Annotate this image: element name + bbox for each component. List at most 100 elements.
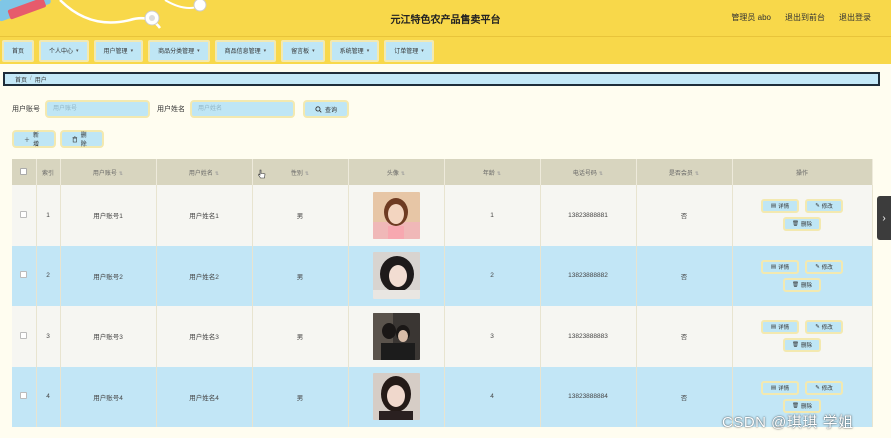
sort-icon[interactable]: ⇅ xyxy=(497,171,501,177)
add-button-label: 新增 xyxy=(33,133,40,148)
name-cell: 用户姓名1 xyxy=(156,185,253,246)
nav-item-product-management[interactable]: 商品信息管理 ▾ xyxy=(214,39,277,62)
nav-item-user-management[interactable]: 用户管理 ▾ xyxy=(93,39,144,62)
column-header-member[interactable]: 是否会员 ⇅ xyxy=(636,159,733,185)
row-checkbox[interactable] xyxy=(20,271,28,279)
column-header-gender[interactable]: 性别 ⇅ xyxy=(252,159,349,185)
nav-item-label: 商品分类管理 xyxy=(158,49,195,55)
delete-button-label: 删除 xyxy=(800,403,812,410)
age-cell: 2 xyxy=(444,245,541,306)
edit-icon: ✎ xyxy=(815,324,820,331)
account-cell: 用户账号4 xyxy=(60,366,157,427)
edit-button-label: 修改 xyxy=(821,204,833,211)
detail-icon: ▤ xyxy=(770,384,777,391)
nav-item-category-management[interactable]: 商品分类管理 ▾ xyxy=(148,39,210,62)
breadcrumb-separator: / xyxy=(30,76,32,82)
column-header-avatar[interactable]: 头像 ⇅ xyxy=(348,159,445,185)
column-header-label: 操作 xyxy=(795,170,808,177)
member-cell: 否 xyxy=(636,245,733,306)
query-button[interactable]: 查询 xyxy=(303,100,349,118)
delete-row-button[interactable]: 🗑 删除 xyxy=(783,338,821,353)
column-header-age[interactable]: 年龄 ⇅ xyxy=(444,159,541,185)
chevron-down-icon: ▾ xyxy=(366,47,370,54)
nav-item-personal-center[interactable]: 个人中心 ▾ xyxy=(39,39,89,62)
nav-item-home[interactable]: 首页 xyxy=(2,39,35,62)
back-to-front-link[interactable]: 退出到前台 xyxy=(785,12,825,23)
column-header-account[interactable]: 用户账号 ⇅ xyxy=(60,159,157,185)
detail-button[interactable]: ▤ 详情 xyxy=(761,199,799,214)
breadcrumb-home[interactable]: 首页 xyxy=(15,75,27,84)
query-button-label: 查询 xyxy=(325,107,338,114)
search-icon xyxy=(315,105,322,113)
sort-icon[interactable]: ⇅ xyxy=(119,171,123,177)
index-cell: 3 xyxy=(36,306,61,367)
nav-item-label: 商品信息管理 xyxy=(224,49,261,55)
chevron-down-icon: ▾ xyxy=(197,47,200,54)
avatar-cell xyxy=(348,245,445,306)
detail-icon: ▤ xyxy=(770,263,777,270)
breadcrumb-current: 用户 xyxy=(34,77,47,84)
index-cell: 2 xyxy=(36,245,61,306)
search-bar: 用户账号 用户姓名 查询 xyxy=(12,100,349,118)
row-select-cell xyxy=(12,366,37,427)
delete-row-button[interactable]: 🗑 删除 xyxy=(783,277,821,292)
age-cell: 4 xyxy=(444,366,541,427)
detail-icon: ▤ xyxy=(770,203,777,210)
row-select-cell xyxy=(12,306,37,367)
sort-icon[interactable]: ⇅ xyxy=(695,171,699,177)
name-cell: 用户姓名2 xyxy=(156,245,253,306)
select-all-checkbox[interactable] xyxy=(20,167,28,175)
nav-item-message-board[interactable]: 留言板 ▾ xyxy=(281,39,325,62)
row-checkbox[interactable] xyxy=(20,210,28,218)
gender-cell: 男 xyxy=(252,245,349,306)
column-header-label: 是否会员 xyxy=(668,170,693,177)
account-search-input[interactable] xyxy=(45,100,150,118)
plus-icon: ＋ xyxy=(24,137,31,144)
avatar-image xyxy=(372,312,420,360)
detail-button[interactable]: ▤ 详情 xyxy=(761,259,799,274)
delete-row-button[interactable]: 🗑 删除 xyxy=(783,217,821,232)
detail-button[interactable]: ▤ 详情 xyxy=(761,320,799,335)
add-button[interactable]: ＋ 新增 xyxy=(12,130,56,148)
edit-button[interactable]: ✎ 修改 xyxy=(805,259,843,274)
detail-button[interactable]: ▤ 详情 xyxy=(761,380,799,395)
chevron-down-icon: ▾ xyxy=(312,47,315,54)
chevron-down-icon: ▾ xyxy=(130,47,134,54)
nav-item-system-management[interactable]: 系统管理 ▾ xyxy=(329,39,380,62)
column-header-label: 头像 xyxy=(386,170,399,177)
avatar-cell xyxy=(348,366,445,427)
edit-button[interactable]: ✎ 修改 xyxy=(805,320,843,335)
chevron-right-icon: › xyxy=(882,212,886,224)
side-drawer-toggle[interactable]: › xyxy=(877,196,891,240)
avatar-image xyxy=(372,252,420,300)
index-cell: 1 xyxy=(36,185,61,246)
row-checkbox[interactable] xyxy=(20,392,28,400)
admin-label: 管理员 abo xyxy=(731,13,771,22)
nav-item-label: 个人中心 xyxy=(49,49,74,55)
sort-icon[interactable]: ⇅ xyxy=(215,171,219,177)
nav-item-order-management[interactable]: 订单管理 ▾ xyxy=(384,39,434,62)
delete-button[interactable]: 删除 xyxy=(60,130,104,148)
sort-icon[interactable]: ⇅ xyxy=(305,171,309,177)
column-header-phone[interactable]: 电话号码 ⇅ xyxy=(540,159,637,185)
chevron-down-icon: ▾ xyxy=(263,47,267,54)
column-header-label: 索引 xyxy=(41,170,54,177)
row-checkbox[interactable] xyxy=(20,331,28,339)
actions-cell: ▤ 详情 ✎ 修改 🗑 删除 xyxy=(732,185,873,246)
column-header-index: 索引 xyxy=(36,159,61,185)
sort-icon[interactable]: ⇅ xyxy=(401,171,405,177)
age-cell: 1 xyxy=(444,185,541,246)
delete-button-label: 删除 xyxy=(800,222,812,229)
name-search-input[interactable] xyxy=(190,100,295,118)
table-row: 2 用户账号2 用户姓名2 男 2 13823888882 否 ▤ 详情 ✎ 修… xyxy=(12,245,873,306)
sort-icon[interactable]: ⇅ xyxy=(599,171,603,177)
phone-cell: 13823888882 xyxy=(540,245,637,306)
trash-icon: 🗑 xyxy=(792,342,799,349)
edit-button[interactable]: ✎ 修改 xyxy=(805,380,843,395)
nav-item-label: 用户管理 xyxy=(103,49,128,55)
edit-button[interactable]: ✎ 修改 xyxy=(805,199,843,214)
logout-link[interactable]: 退出登录 xyxy=(839,12,871,23)
breadcrumb: 首页 / 用户 xyxy=(3,72,880,86)
table-header-row: 索引 用户账号 ⇅ 用户姓名 ⇅ 性别 ⇅ 头像 ⇅ 年龄 ⇅ 电话号码 ⇅ 是否会员 ⇅ 操… xyxy=(12,159,873,185)
column-header-name[interactable]: 用户姓名 ⇅ xyxy=(156,159,253,185)
